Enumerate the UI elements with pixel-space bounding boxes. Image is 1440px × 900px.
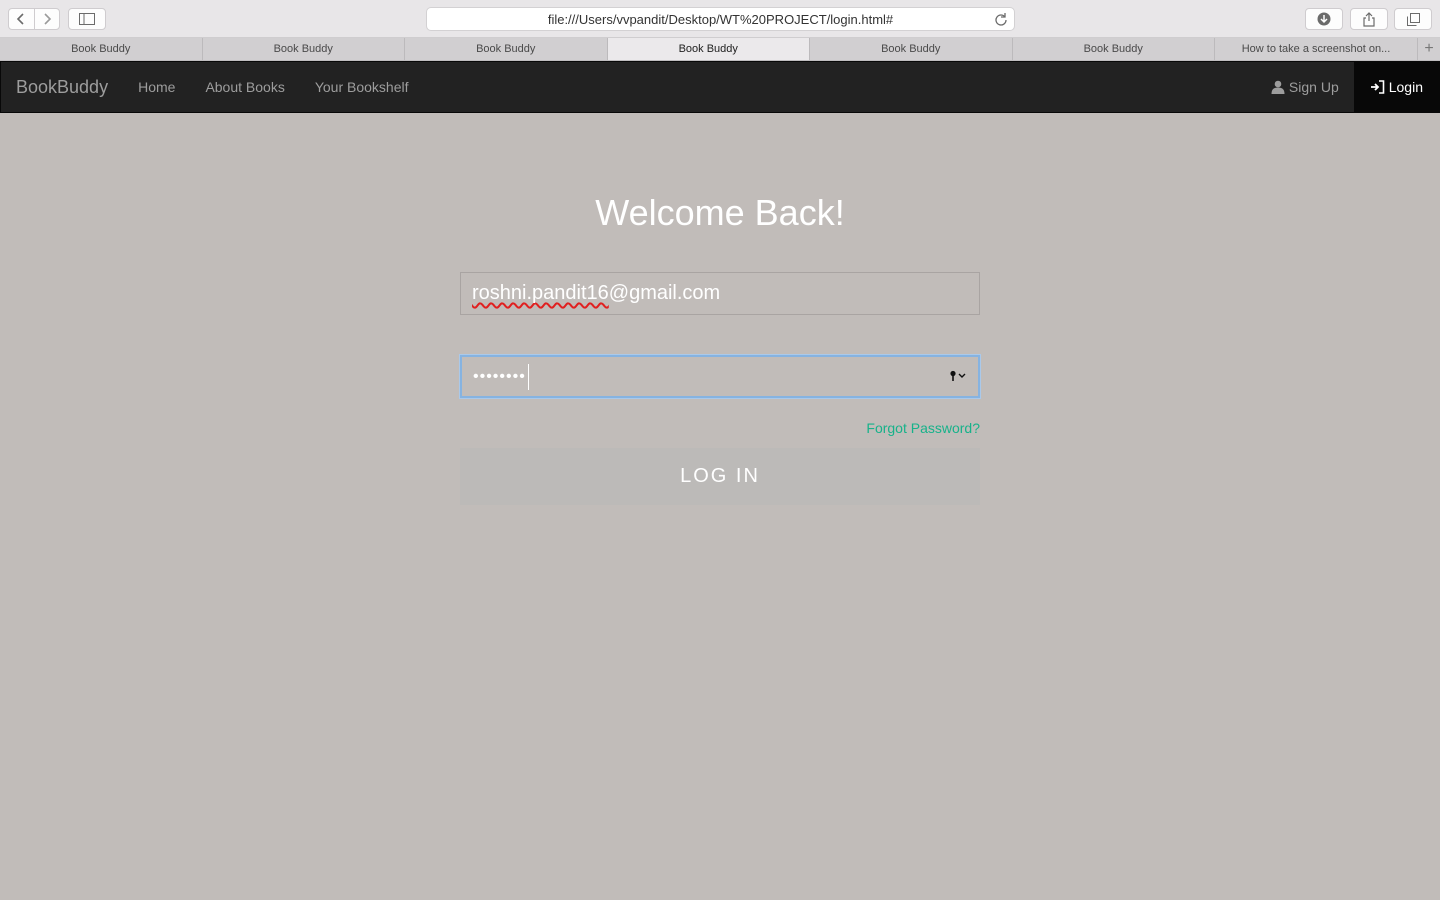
url-text: file:///Users/vvpandit/Desktop/WT%20PROJ… [547,11,894,27]
login-button[interactable]: LOG IN [460,448,980,505]
sidebar-icon[interactable] [68,8,106,30]
share-icon[interactable] [1350,8,1388,30]
email-user-text: roshni.pandit16 [472,282,609,304]
browser-tab[interactable]: How to take a screenshot on... [1215,38,1418,60]
history-buttons [8,8,60,30]
page-title: Welcome Back! [595,192,845,233]
key-icon[interactable] [949,369,967,387]
text-caret [527,363,529,390]
tabs-overview-icon[interactable] [1394,8,1432,30]
browser-tab[interactable]: Book Buddy [1013,38,1215,60]
signup-link[interactable]: Sign Up [1256,62,1354,112]
download-icon[interactable] [1305,8,1343,30]
reload-icon[interactable] [994,12,1008,29]
tab-strip: Book Buddy Book Buddy Book Buddy Book Bu… [0,38,1440,61]
password-field[interactable]: •••••••• [460,355,980,398]
browser-tab[interactable]: Book Buddy [405,38,608,60]
browser-toolbar: file:///Users/vvpandit/Desktop/WT%20PROJ… [0,0,1440,38]
password-value: •••••••• [473,367,526,385]
back-icon[interactable] [9,9,34,29]
nav-right: Sign Up Login [1256,62,1439,112]
browser-tab[interactable]: Book Buddy [0,38,203,60]
address-bar[interactable]: file:///Users/vvpandit/Desktop/WT%20PROJ… [426,7,1015,31]
forward-icon[interactable] [33,9,60,29]
browser-tab-active[interactable]: Book Buddy [607,38,810,60]
nav-home[interactable]: Home [138,79,175,95]
brand-link[interactable]: BookBuddy [16,77,108,98]
browser-tab[interactable]: Book Buddy [810,38,1013,60]
nav-your-bookshelf[interactable]: Your Bookshelf [315,79,409,95]
login-icon [1370,80,1385,94]
forgot-password-link[interactable]: Forgot Password? [866,420,980,436]
login-link[interactable]: Login [1353,62,1439,112]
signup-label: Sign Up [1288,79,1339,95]
email-domain-text: @gmail.com [608,282,721,304]
browser-tab[interactable]: Book Buddy [203,38,405,60]
login-label: Login [1388,79,1423,95]
user-icon [1271,80,1285,94]
nav-about-books[interactable]: About Books [205,79,284,95]
add-tab-icon[interactable]: + [1418,38,1440,60]
email-field[interactable]: roshni.pandit16 @gmail.com [460,272,980,315]
site-navbar: BookBuddy Home About Books Your Bookshel… [0,61,1440,113]
